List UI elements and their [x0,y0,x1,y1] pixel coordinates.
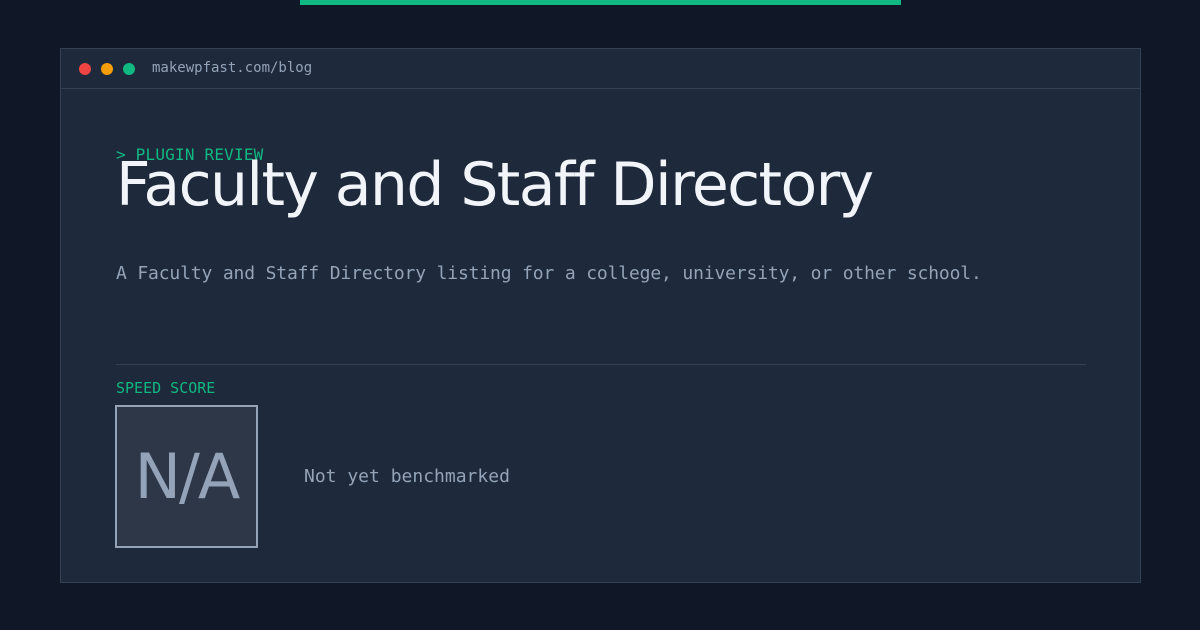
page-title: Faculty and Staff Directory [116,150,874,220]
benchmark-status: Not yet benchmarked [304,466,510,487]
speed-score-value: N/A [134,439,241,513]
speed-score-label: SPEED SCORE [116,379,216,397]
browser-window: makewpfast.com/blog > PLUGIN REVIEW Facu… [60,48,1141,583]
section-divider [116,364,1086,365]
plugin-description: A Faculty and Staff Directory listing fo… [116,263,982,284]
address-url: makewpfast.com/blog [152,60,313,76]
minimize-window-dot[interactable] [101,63,113,75]
window-titlebar: makewpfast.com/blog [61,49,1140,89]
top-accent-bar [300,0,901,5]
close-window-dot[interactable] [79,63,91,75]
maximize-window-dot[interactable] [123,63,135,75]
speed-score-box: N/A [115,405,258,548]
